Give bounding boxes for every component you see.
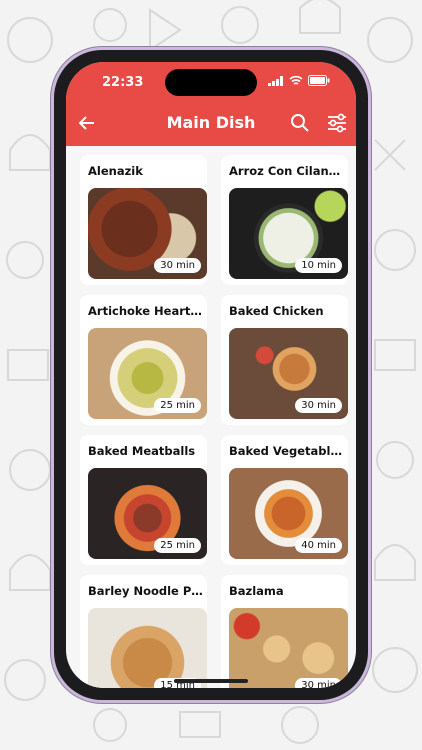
app-screen: 22:33 Main Dish Alenazik 30 min Arroz Co… [66,62,356,688]
filter-icon[interactable] [326,113,348,133]
status-time: 22:33 [102,75,144,90]
recipe-image: 30 min [229,608,348,688]
recipe-card[interactable]: Alenazik 30 min [80,155,207,285]
page-title: Main Dish [166,113,256,132]
dynamic-island [165,69,257,96]
recipe-image: 15 min [88,608,207,688]
battery-icon [308,75,330,86]
recipe-image: 10 min [229,188,348,279]
recipe-card[interactable]: Barley Noodle Pilaf 15 min [80,575,207,688]
cook-time-badge: 40 min [295,538,342,553]
signal-icon [268,75,283,86]
recipe-name: Artichoke Heart Sal... [88,304,203,318]
recipe-name: Baked Vegetables... [229,444,344,458]
recipe-image: 40 min [229,468,348,559]
recipe-image: 25 min [88,468,207,559]
recipe-card[interactable]: Baked Chicken 30 min [221,295,348,425]
cook-time-badge: 25 min [154,538,201,553]
recipe-card[interactable]: Artichoke Heart Sal... 25 min [80,295,207,425]
cook-time-badge: 10 min [295,258,342,273]
recipe-image: 30 min [88,188,207,279]
wifi-icon [289,75,303,85]
recipe-name: Bazlama [229,584,284,598]
cook-time-badge: 30 min [154,258,201,273]
recipe-image: 25 min [88,328,207,419]
recipe-card[interactable]: Arroz Con Cilantro... 10 min [221,155,348,285]
recipe-card[interactable]: Bazlama 30 min [221,575,348,688]
cook-time-badge: 25 min [154,398,201,413]
recipe-name: Barley Noodle Pilaf [88,584,203,598]
cook-time-badge: 30 min [295,678,342,688]
recipe-name: Baked Chicken [229,304,324,318]
recipe-name: Arroz Con Cilantro... [229,164,344,178]
app-header: 22:33 Main Dish [66,62,356,146]
status-icons [268,75,330,86]
search-icon[interactable] [290,113,310,133]
recipe-image: 30 min [229,328,348,419]
recipe-name: Baked Meatballs [88,444,196,458]
cook-time-badge: 30 min [295,398,342,413]
home-indicator[interactable] [174,679,248,683]
recipe-card[interactable]: Baked Vegetables... 40 min [221,435,348,565]
recipe-card[interactable]: Baked Meatballs 25 min [80,435,207,565]
recipe-name: Alenazik [88,164,143,178]
